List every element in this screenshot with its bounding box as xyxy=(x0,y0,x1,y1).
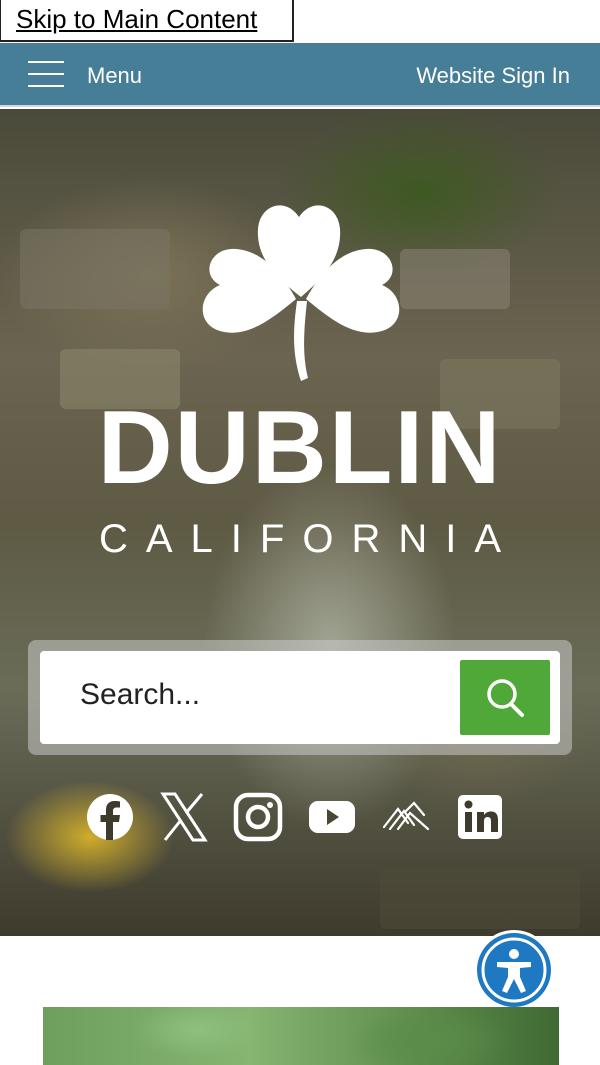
search-container xyxy=(28,640,572,755)
youtube-icon[interactable] xyxy=(306,789,358,845)
logo-subtitle: CALIFORNIA xyxy=(98,517,520,561)
skip-to-main-link[interactable]: Skip to Main Content xyxy=(16,4,257,35)
x-icon[interactable] xyxy=(158,789,210,845)
accessibility-button[interactable] xyxy=(474,930,554,1010)
hero-banner: DUBLIN CALIFORNIA xyxy=(0,109,600,936)
search-icon xyxy=(487,679,524,717)
featured-image-card[interactable] xyxy=(43,1007,559,1065)
linkedin-icon[interactable] xyxy=(454,789,506,845)
facebook-icon[interactable] xyxy=(84,789,136,845)
logo-title: DUBLIN xyxy=(97,390,503,506)
top-navigation-bar: Menu Website Sign In xyxy=(0,43,600,107)
search-input[interactable] xyxy=(78,677,442,713)
instagram-icon[interactable] xyxy=(232,789,284,845)
hero-background-rock xyxy=(400,249,510,309)
shamrock-icon xyxy=(202,205,400,381)
hero-background-rock xyxy=(380,869,580,929)
hero-background-rock xyxy=(20,229,170,309)
search-button[interactable] xyxy=(460,660,550,735)
nextdoor-icon[interactable] xyxy=(380,789,432,845)
accessibility-icon xyxy=(477,933,551,1007)
search-box xyxy=(40,651,560,744)
website-sign-in-link[interactable]: Website Sign In xyxy=(416,63,570,89)
skip-link-container: Skip to Main Content xyxy=(0,0,294,42)
menu-button[interactable]: Menu xyxy=(87,63,142,89)
social-links xyxy=(0,789,600,849)
hamburger-icon[interactable] xyxy=(28,61,64,87)
